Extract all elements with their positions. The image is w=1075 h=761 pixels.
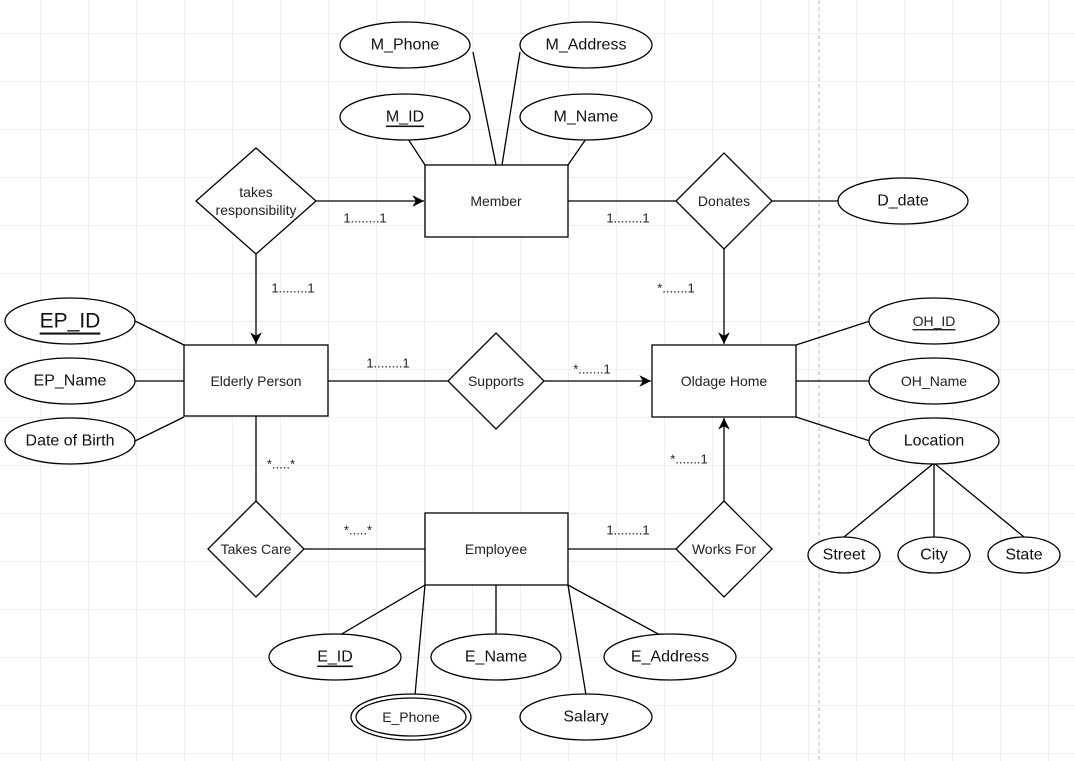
svg-text:Oldage Home: Oldage Home bbox=[681, 373, 768, 389]
svg-text:Takes Care: Takes Care bbox=[221, 541, 292, 557]
svg-text:EP_Name: EP_Name bbox=[34, 373, 107, 390]
attribute-d-date[interactable]: D_date bbox=[837, 177, 969, 225]
svg-text:M_Address: M_Address bbox=[546, 37, 627, 54]
attribute-e-phone-multivalued[interactable]: E_Phone bbox=[350, 693, 472, 741]
attribute-e-name[interactable]: E_Name bbox=[430, 633, 562, 681]
svg-text:E_Name: E_Name bbox=[465, 649, 527, 666]
attribute-salary[interactable]: Salary bbox=[519, 693, 653, 741]
er-diagram-canvas: Member Elderly Person Oldage Home Employ… bbox=[0, 0, 1075, 761]
attribute-ep-name[interactable]: EP_Name bbox=[4, 357, 136, 405]
entity-member[interactable]: Member bbox=[424, 164, 569, 238]
svg-text:State: State bbox=[1005, 547, 1042, 564]
svg-text:D_date: D_date bbox=[877, 193, 929, 210]
svg-text:responsibility: responsibility bbox=[216, 202, 297, 218]
svg-text:Date of Birth: Date of Birth bbox=[26, 433, 115, 450]
cardinality-label: 1........1 bbox=[606, 523, 649, 538]
cardinality-label: 1........1 bbox=[606, 211, 649, 226]
svg-text:Salary: Salary bbox=[563, 709, 608, 726]
cardinality-label: *.......1 bbox=[657, 281, 695, 296]
attribute-m-name[interactable]: M_Name bbox=[519, 93, 653, 141]
entity-employee[interactable]: Employee bbox=[424, 512, 569, 586]
svg-text:Location: Location bbox=[904, 433, 965, 450]
svg-text:takes: takes bbox=[239, 184, 272, 200]
cardinality-label: 1........1 bbox=[271, 281, 314, 296]
entity-elderly-person[interactable]: Elderly Person bbox=[183, 344, 329, 417]
svg-text:EP_ID: EP_ID bbox=[40, 310, 101, 333]
svg-text:E_ID: E_ID bbox=[317, 649, 353, 666]
cardinality-label: *.....* bbox=[344, 523, 372, 538]
cardinality-label: 1........1 bbox=[343, 211, 386, 226]
attribute-m-id[interactable]: M_ID bbox=[339, 93, 471, 141]
attribute-oh-name[interactable]: OH_Name bbox=[868, 357, 1000, 405]
svg-text:Elderly Person: Elderly Person bbox=[210, 373, 301, 389]
cardinality-label: *.......1 bbox=[670, 452, 708, 467]
attribute-oh-id[interactable]: OH_ID bbox=[868, 297, 1000, 345]
attribute-m-phone[interactable]: M_Phone bbox=[339, 21, 471, 69]
svg-text:Supports: Supports bbox=[468, 373, 524, 389]
attribute-m-address[interactable]: M_Address bbox=[519, 21, 653, 69]
cardinality-label: 1........1 bbox=[366, 356, 409, 371]
attribute-city[interactable]: City bbox=[897, 536, 971, 574]
attribute-e-address[interactable]: E_Address bbox=[603, 633, 737, 681]
attribute-e-id[interactable]: E_ID bbox=[268, 633, 402, 681]
attribute-ep-id[interactable]: EP_ID bbox=[4, 297, 136, 345]
cardinality-label: *.....* bbox=[267, 457, 295, 472]
attribute-location[interactable]: Location bbox=[868, 417, 1000, 465]
svg-text:Member: Member bbox=[470, 193, 522, 209]
attribute-state[interactable]: State bbox=[987, 536, 1061, 574]
svg-text:City: City bbox=[920, 547, 948, 564]
entity-oldage-home[interactable]: Oldage Home bbox=[651, 344, 797, 418]
svg-text:OH_ID: OH_ID bbox=[913, 313, 956, 329]
attribute-street[interactable]: Street bbox=[807, 536, 881, 574]
svg-text:Employee: Employee bbox=[465, 541, 527, 557]
svg-text:Donates: Donates bbox=[698, 193, 750, 209]
svg-text:E_Address: E_Address bbox=[631, 649, 709, 666]
svg-text:E_Phone: E_Phone bbox=[382, 709, 440, 725]
svg-text:Works For: Works For bbox=[692, 541, 757, 557]
attribute-date-of-birth[interactable]: Date of Birth bbox=[4, 417, 136, 465]
svg-text:M_Name: M_Name bbox=[554, 109, 619, 126]
svg-text:M_Phone: M_Phone bbox=[371, 37, 440, 54]
svg-text:Street: Street bbox=[823, 547, 866, 564]
svg-text:M_ID: M_ID bbox=[386, 109, 424, 126]
cardinality-label: *.......1 bbox=[573, 362, 611, 377]
svg-text:OH_Name: OH_Name bbox=[901, 373, 967, 389]
